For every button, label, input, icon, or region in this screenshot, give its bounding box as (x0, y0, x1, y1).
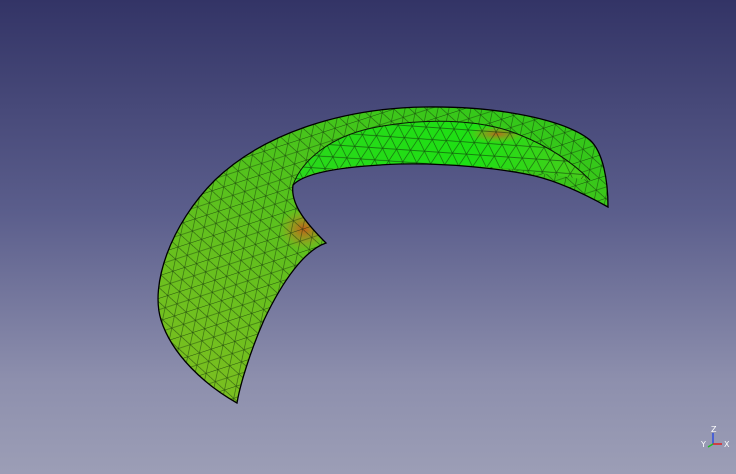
mesh-scene[interactable] (0, 0, 736, 474)
axis-triad: Z X Y (700, 425, 730, 449)
3d-viewport[interactable]: Z X Y (0, 0, 736, 474)
y-axis-label: Y (700, 440, 706, 449)
x-axis-label: X (724, 440, 730, 449)
y-axis-line (707, 443, 714, 448)
z-axis-label: Z (711, 425, 717, 434)
